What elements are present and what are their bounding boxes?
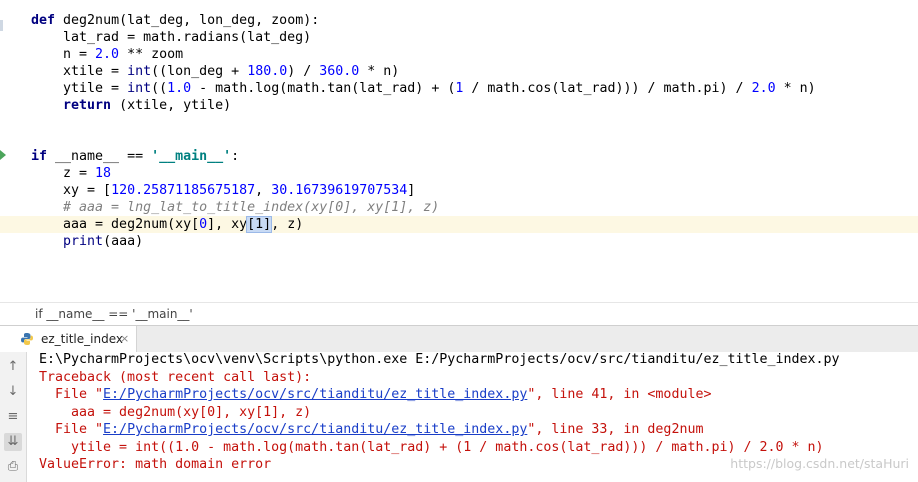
code-line-11: aaa = deg2num(xy[0], xy[1], z)	[31, 216, 304, 233]
code-editor[interactable]: def deg2num(lat_deg, lon_deg, zoom): lat…	[0, 0, 918, 302]
console-traceback-code-2: ytile = int((1.0 - math.log(math.tan(lat…	[39, 439, 824, 455]
run-tab-ez-title-index[interactable]: ez_title_index ×	[0, 326, 137, 352]
run-tab-label: ez_title_index	[41, 332, 123, 346]
arrow-down-icon[interactable]: ↓	[4, 383, 22, 401]
code-line-2: lat_rad = math.radians(lat_deg)	[31, 30, 312, 45]
console-traceback-header: Traceback (most recent call last):	[39, 369, 312, 385]
watermark: https://blog.csdn.net/staHuri	[730, 456, 909, 471]
console-error-message: ValueError: math domain error	[39, 457, 272, 472]
breadcrumb-item[interactable]: if __name__ == '__main__'	[35, 303, 193, 325]
console-traceback-frame-2: File "E:/PycharmProjects/ocv/src/tiandit…	[39, 422, 704, 437]
code-line-7: if __name__ == '__main__':	[31, 149, 240, 164]
file-link[interactable]: E:/PycharmProjects/ocv/src/tianditu/ez_t…	[103, 387, 527, 402]
print-icon[interactable]: ⎙	[4, 458, 22, 476]
code-line-8: z = 18	[31, 166, 112, 181]
code-line-9: xy = [120.25871185675187, 30.16739619707…	[31, 183, 416, 198]
scroll-to-end-icon[interactable]: ⇊	[4, 433, 22, 451]
close-icon[interactable]: ×	[120, 326, 129, 352]
python-icon	[21, 333, 33, 345]
console-command-line: E:\PycharmProjects\ocv\venv\Scripts\pyth…	[39, 352, 840, 367]
run-tool-window-tabs: ez_title_index ×	[0, 325, 918, 353]
change-marker	[0, 20, 3, 31]
code-line-10-comment: # aaa = lng_lat_to_title_index(xy[0], xy…	[31, 200, 440, 215]
code-line-5: ytile = int((1.0 - math.log(math.tan(lat…	[31, 81, 816, 96]
console-traceback-code-1: aaa = deg2num(xy[0], xy[1], z)	[39, 404, 312, 420]
code-line-6: return (xtile, ytile)	[63, 98, 232, 113]
file-link[interactable]: E:/PycharmProjects/ocv/src/tianditu/ez_t…	[103, 422, 527, 437]
arrow-up-icon[interactable]: ↑	[4, 358, 22, 376]
soft-wrap-icon[interactable]: ≡	[4, 408, 22, 426]
code-line-3: n = 2.0 ** zoom	[31, 47, 184, 62]
console-traceback-frame-1: File "E:/PycharmProjects/ocv/src/tiandit…	[39, 387, 712, 402]
breadcrumb[interactable]: if __name__ == '__main__'	[0, 302, 918, 325]
code-line-1: def deg2num(lat_deg, lon_deg, zoom):	[31, 13, 320, 28]
run-gutter-icon[interactable]	[0, 150, 6, 160]
code-line-12: print(aaa)	[63, 234, 144, 249]
bracket-match-highlight: [1]	[246, 216, 273, 233]
run-toolbar: ↑ ↓ ≡ ⇊ ⎙	[0, 352, 27, 482]
code-line-4: xtile = int((lon_deg + 180.0) / 360.0 * …	[31, 64, 400, 79]
